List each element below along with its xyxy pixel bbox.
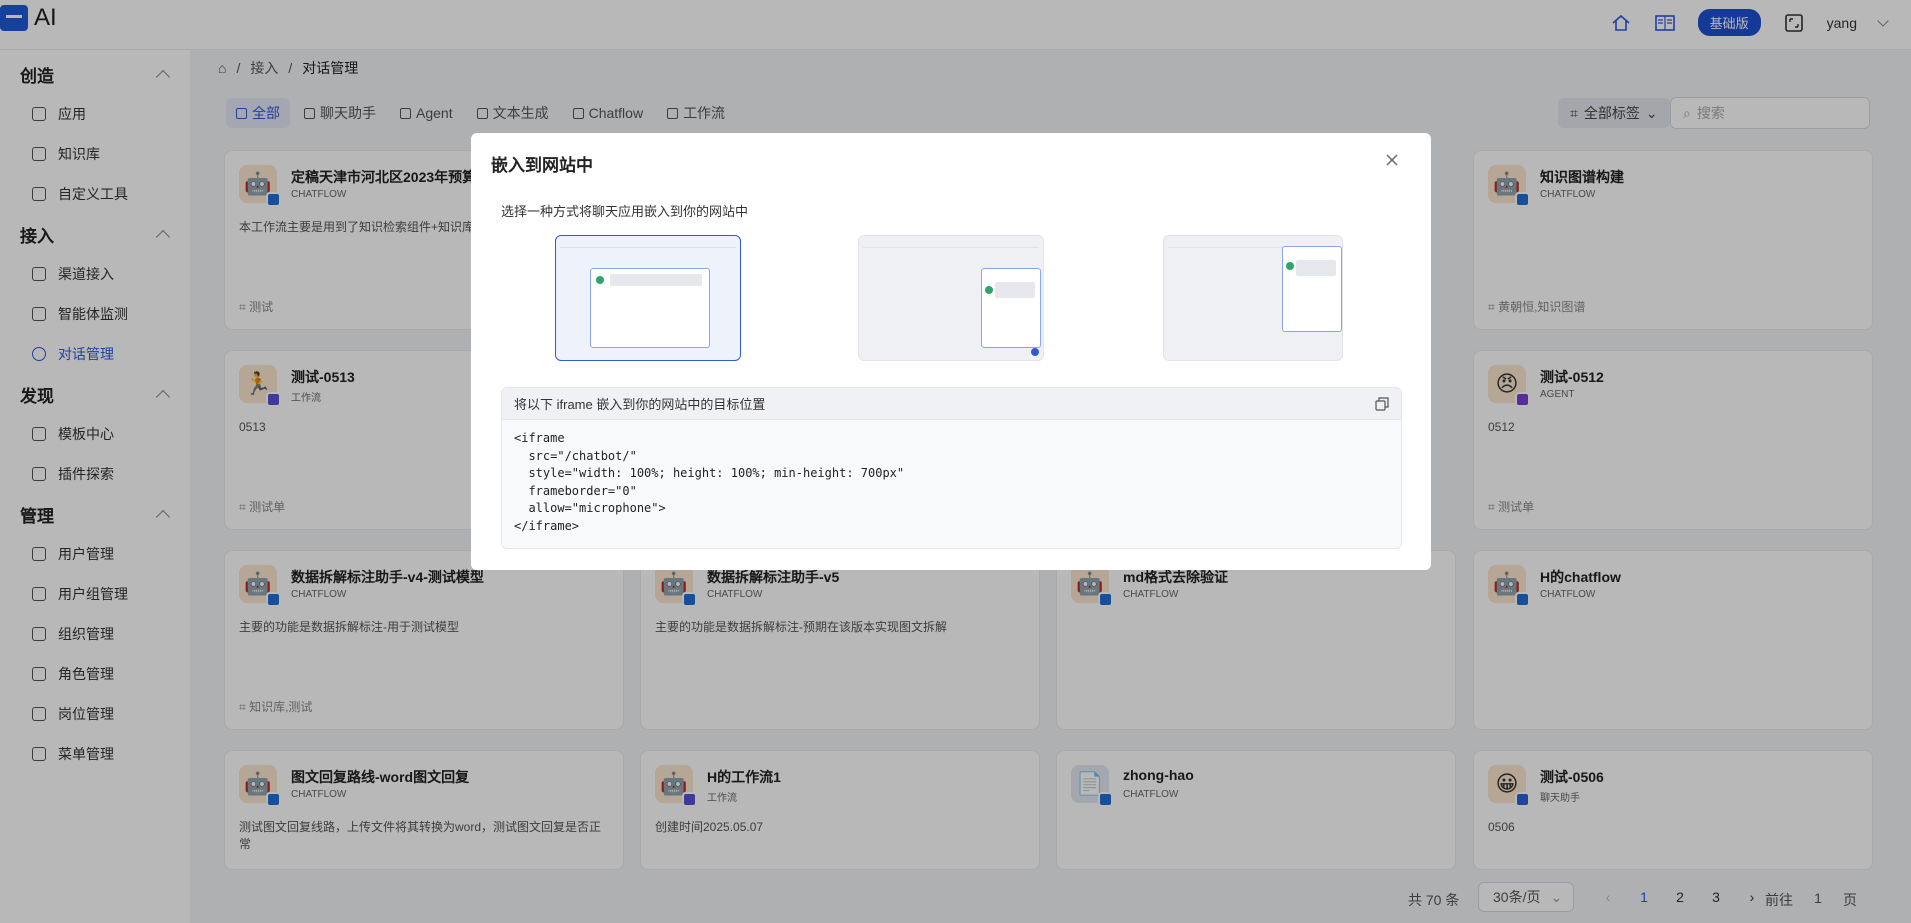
embed-code-box: 将以下 iframe 嵌入到你的网站中的目标位置 <iframe src="/c…	[501, 387, 1402, 549]
modal-subtitle: 选择一种方式将聊天应用嵌入到你的网站中	[501, 204, 749, 219]
modal-title: 嵌入到网站中	[491, 156, 593, 175]
embed-option-fullpage[interactable]	[555, 235, 741, 361]
embed-modal: 嵌入到网站中 选择一种方式将聊天应用嵌入到你的网站中 将以下 iframe 嵌入…	[471, 133, 1431, 570]
embed-option-bubble[interactable]	[858, 235, 1044, 361]
close-icon[interactable]	[1385, 153, 1399, 167]
embed-option-script[interactable]	[1163, 235, 1343, 361]
code-header: 将以下 iframe 嵌入到你的网站中的目标位置	[502, 388, 1401, 420]
iframe-code[interactable]: <iframe src="/chatbot/" style="width: 10…	[514, 430, 904, 536]
copy-icon[interactable]	[1375, 397, 1389, 411]
